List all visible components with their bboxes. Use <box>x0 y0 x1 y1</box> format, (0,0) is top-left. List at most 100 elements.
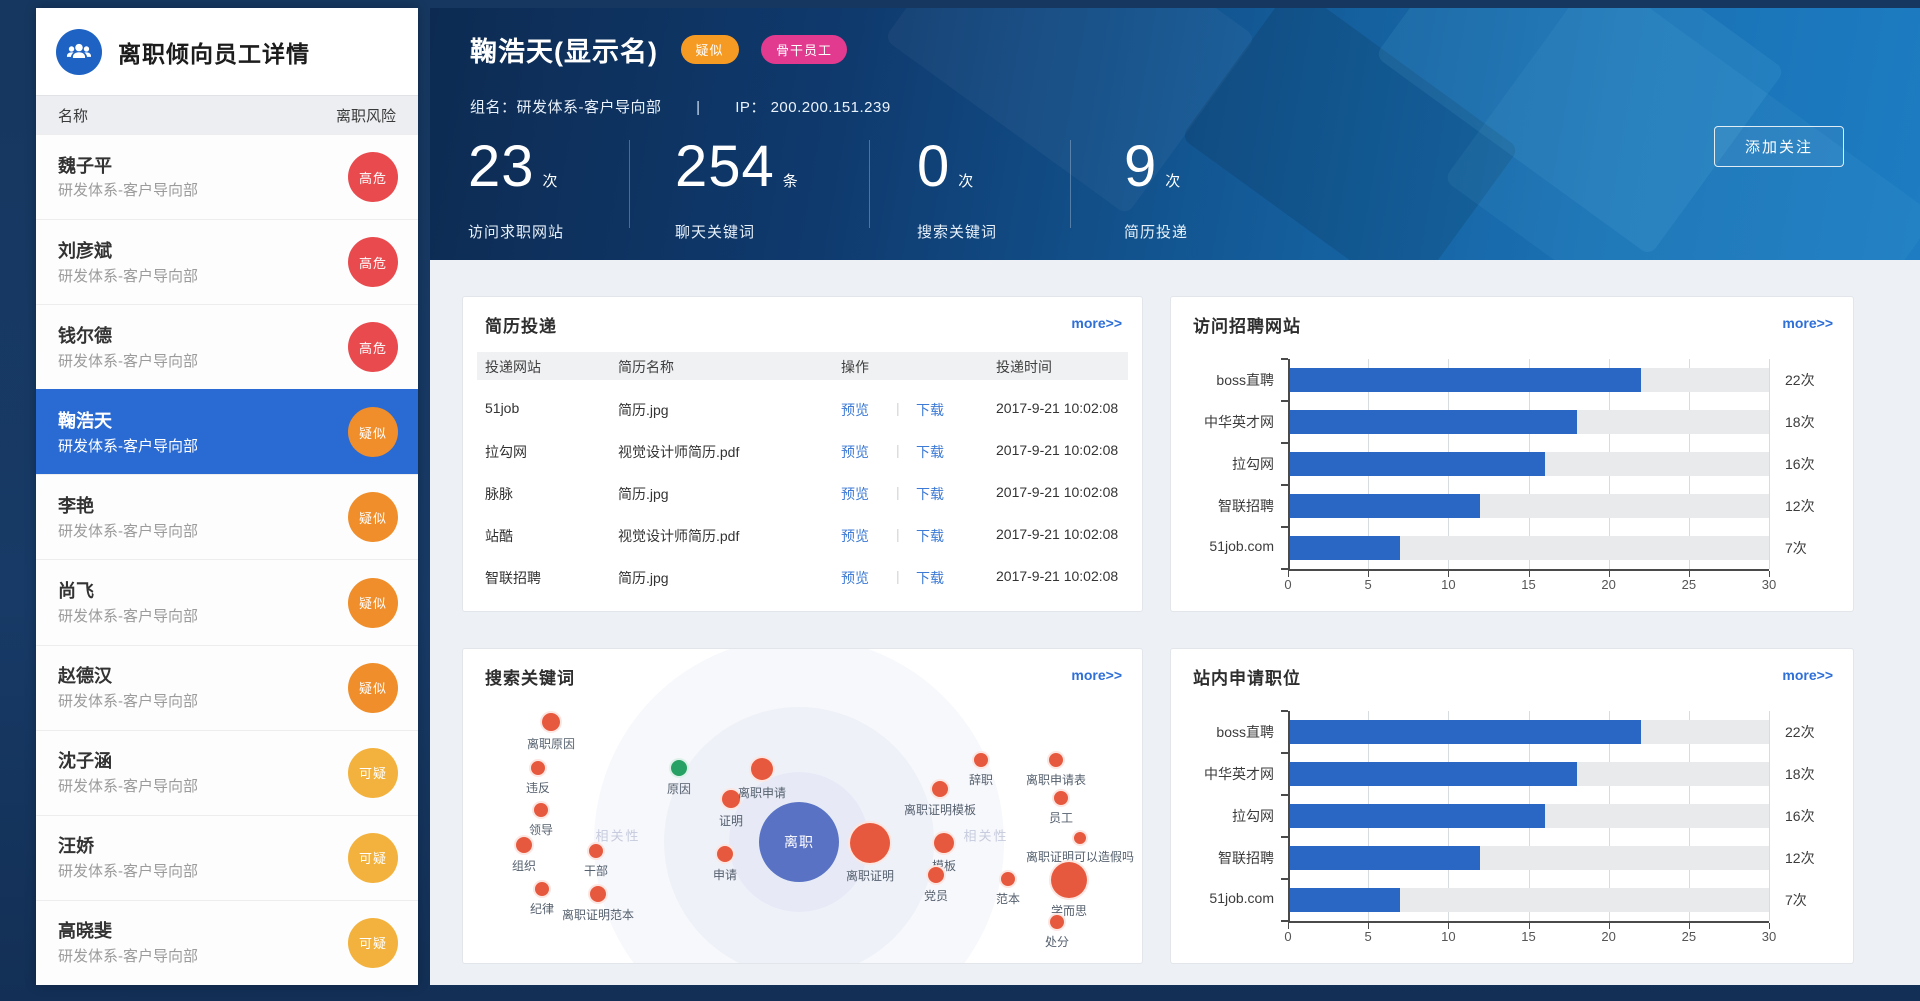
visited-recruit-sites-card: 访问招聘网站 more>> 051015202530boss直聘22次中华英才网… <box>1170 296 1854 612</box>
bar-fill <box>1288 720 1641 744</box>
employee-text: 刘彦斌研发体系-客户导向部 <box>58 238 198 287</box>
table-column-header: 投递网站 <box>485 357 541 377</box>
table-row: 51job简历.jpg预览|下载2017-9-21 10:02:08 <box>477 389 1128 431</box>
y-axis-tick <box>1281 484 1288 486</box>
action-separator: | <box>896 400 900 416</box>
employee-list-item[interactable]: 李艳研发体系-客户导向部疑似 <box>36 474 418 559</box>
employee-list-item[interactable]: 刘彦斌研发体系-客户导向部 高危 <box>36 219 418 304</box>
column-risk-label: 离职风险 <box>336 105 396 126</box>
meta-divider: | <box>696 99 700 116</box>
employee-list-item[interactable]: 汪娇研发体系-客户导向部可疑 <box>36 815 418 900</box>
keyword-bubble-label: 离职申请表 <box>1026 771 1086 788</box>
risk-level-badge: 可疑 <box>348 833 398 883</box>
employee-text: 魏子平研发体系-客户导向部 <box>58 153 198 202</box>
x-axis-tick-label: 10 <box>1441 577 1455 592</box>
y-axis-tick <box>1281 568 1288 570</box>
employee-list-item[interactable]: 赵德汉研发体系-客户导向部疑似 <box>36 645 418 730</box>
bar-row: 拉勾网16次 <box>1288 443 1769 485</box>
keyword-bubble-label: 范本 <box>996 890 1020 907</box>
keyword-bubble <box>1049 860 1089 900</box>
more-link[interactable]: more>> <box>1782 315 1833 331</box>
cell-submit-time: 2017-9-21 10:02:08 <box>996 568 1118 584</box>
download-link[interactable]: 下载 <box>916 568 944 588</box>
download-link[interactable]: 下载 <box>916 400 944 420</box>
bar-value-label: 18次 <box>1785 764 1815 784</box>
employee-list-item[interactable]: 高晓斐研发体系-客户导向部可疑 <box>36 900 418 985</box>
more-link[interactable]: more>> <box>1071 667 1122 683</box>
keyword-bubble <box>715 844 735 864</box>
employee-list-item[interactable]: 沈子涵研发体系-客户导向部可疑 <box>36 730 418 815</box>
keyword-bubble-chart: 相关性相关性离职原因违反领导组织纪律干部离职证明范本原因证明离职申请申请离职离职… <box>463 649 1142 963</box>
keyword-bubble-label: 离职原因 <box>527 735 575 752</box>
employee-text: 高晓斐研发体系-客户导向部 <box>58 918 198 967</box>
employee-name: 赵德汉 <box>58 663 198 691</box>
sidebar-header: 离职倾向员工详情 <box>36 8 418 95</box>
keyword-bubble-label: 离职证明范本 <box>562 906 634 923</box>
employee-list-item[interactable]: 鞠浩天研发体系-客户导向部疑似 <box>36 389 418 474</box>
employee-text: 钱尔德研发体系-客户导向部 <box>58 323 198 372</box>
employee-name: 沈子涵 <box>58 748 198 776</box>
employee-name: 汪娇 <box>58 833 198 861</box>
stat-value: 9次 <box>1124 136 1188 213</box>
bar-fill <box>1288 368 1641 392</box>
more-link[interactable]: more>> <box>1782 667 1833 683</box>
bar-fill <box>1288 888 1400 912</box>
cell-submit-time: 2017-9-21 10:02:08 <box>996 526 1118 542</box>
bar-value-label: 12次 <box>1785 496 1815 516</box>
keyword-bubble <box>669 758 689 778</box>
table-row: 智联招聘简历.jpg预览|下载2017-9-21 10:02:08 <box>477 557 1128 599</box>
key-employee-badge: 骨干员工 <box>761 35 847 64</box>
stat-block: 0次搜索关键词 <box>917 136 997 242</box>
sidebar-column-header: 名称 离职风险 <box>36 95 418 134</box>
y-axis-tick <box>1281 710 1288 712</box>
employee-list-item[interactable]: 钱尔德研发体系-客户导向部高危 <box>36 304 418 389</box>
x-axis-tick-label: 15 <box>1521 577 1535 592</box>
keyword-bubble <box>1052 789 1070 807</box>
table-row: 拉勾网视觉设计师简历.pdf预览|下载2017-9-21 10:02:08 <box>477 431 1128 473</box>
download-link[interactable]: 下载 <box>916 442 944 462</box>
y-axis-tick <box>1281 752 1288 754</box>
preview-link[interactable]: 预览 <box>841 400 869 420</box>
bar-value-label: 18次 <box>1785 412 1815 432</box>
download-link[interactable]: 下载 <box>916 526 944 546</box>
risk-level-badge: 高危 <box>348 237 398 287</box>
keyword-bubble-label: 领导 <box>529 821 553 838</box>
x-axis-tick-label: 10 <box>1441 929 1455 944</box>
keyword-bubble-label: 处分 <box>1045 933 1069 950</box>
employee-text: 尚飞研发体系-客户导向部 <box>58 578 198 627</box>
preview-link[interactable]: 预览 <box>841 568 869 588</box>
relevance-faint-label: 相关性 <box>963 826 1008 845</box>
y-axis-tick <box>1281 836 1288 838</box>
x-axis-tick-label: 30 <box>1762 577 1776 592</box>
keyword-bubble <box>999 870 1017 888</box>
stat-unit: 次 <box>1165 173 1181 190</box>
x-axis-tick-label: 30 <box>1762 929 1776 944</box>
bar-value-label: 22次 <box>1785 722 1815 742</box>
keyword-bubble-label: 纪律 <box>530 900 554 917</box>
risk-level-badge: 疑似 <box>348 663 398 713</box>
preview-link[interactable]: 预览 <box>841 442 869 462</box>
employee-list-item[interactable]: 尚飞研发体系-客户导向部疑似 <box>36 559 418 644</box>
stat-number: 23 <box>468 134 535 199</box>
keyword-bubble-label: 违反 <box>526 779 550 796</box>
download-link[interactable]: 下载 <box>916 484 944 504</box>
action-separator: | <box>896 568 900 584</box>
x-axis-tick-label: 5 <box>1365 577 1372 592</box>
employee-list-item[interactable]: 魏子平研发体系-客户导向部高危 <box>36 134 418 219</box>
x-axis-tick-label: 15 <box>1521 929 1535 944</box>
bar-row: 智联招聘12次 <box>1288 837 1769 879</box>
preview-link[interactable]: 预览 <box>841 484 869 504</box>
add-follow-button[interactable]: 添加关注 <box>1714 126 1844 167</box>
cell-resume-name: 简历.jpg <box>618 484 669 504</box>
bar-fill <box>1288 410 1577 434</box>
more-link[interactable]: more>> <box>1071 315 1122 331</box>
employee-name: 李艳 <box>58 493 198 521</box>
stat-block: 23次访问求职网站 <box>468 136 564 242</box>
table-row: 站酷视觉设计师简历.pdf预览|下载2017-9-21 10:02:08 <box>477 515 1128 557</box>
keyword-bubble-label: 党员 <box>924 887 948 904</box>
preview-link[interactable]: 预览 <box>841 526 869 546</box>
bar-category-label: 拉勾网 <box>1232 806 1274 826</box>
bar-value-label: 7次 <box>1785 538 1807 558</box>
employee-list: 魏子平研发体系-客户导向部高危刘彦斌研发体系-客户导向部 高危钱尔德研发体系-客户… <box>36 134 418 985</box>
employee-department: 研发体系-客户导向部 <box>58 521 198 542</box>
